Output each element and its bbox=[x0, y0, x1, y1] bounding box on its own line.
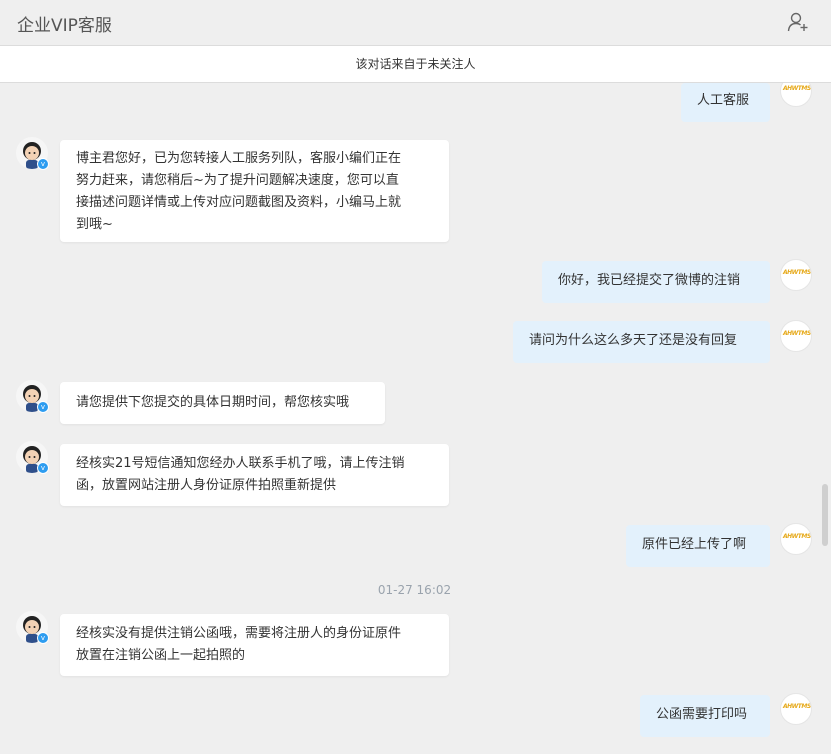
message-bubble-agent: 博主君您好，已为您转接人工服务列队，客服小编们正在 努力赶来，请您稍后~为了提升… bbox=[60, 140, 449, 242]
message-text-line: 放置在注销公函上一起拍照的 bbox=[76, 648, 246, 663]
chat-scrollbar[interactable] bbox=[822, 484, 828, 546]
message-text: 请问为什么这么多天了还是没有回复 bbox=[529, 333, 738, 348]
message-bubble-user: 请问为什么这么多天了还是没有回复 bbox=[513, 321, 770, 363]
chat-title: 企业VIP客服 bbox=[17, 16, 112, 36]
user-avatar[interactable]: AHWTMS bbox=[780, 259, 812, 291]
user-avatar-logo: AHWTMS bbox=[783, 85, 811, 92]
message-bubble-agent: 经核实21号短信通知您经办人联系手机了哦，请上传注销 函，放置网站注册人身份证原… bbox=[60, 444, 449, 506]
message-timestamp: 01-27 16:02 bbox=[377, 583, 452, 597]
user-avatar-logo: AHWTMS bbox=[783, 269, 811, 276]
user-avatar[interactable]: AHWTMS bbox=[780, 83, 812, 107]
user-avatar[interactable]: AHWTMS bbox=[780, 523, 812, 555]
conversation-source-notice: 该对话来自于未关注人 bbox=[0, 46, 831, 83]
add-user-icon[interactable] bbox=[787, 11, 809, 33]
chat-message-list[interactable]: 人工客服 AHWTMS v 博主君您好，已为您转接人工服务列队，客服小编们正在 … bbox=[0, 83, 831, 754]
message-bubble-user: 人工客服 bbox=[681, 83, 770, 122]
verified-badge-icon: v bbox=[37, 158, 49, 170]
message-text-line: 博主君您好，已为您转接人工服务列队，客服小编们正在 bbox=[76, 151, 402, 166]
message-text-line: 经核实21号短信通知您经办人联系手机了哦，请上传注销 bbox=[76, 456, 405, 471]
message-text: 人工客服 bbox=[697, 93, 750, 108]
user-avatar-logo: AHWTMS bbox=[783, 703, 811, 710]
message-text-line: 经核实没有提供注销公函哦，需要将注册人的身份证原件 bbox=[76, 626, 402, 641]
verified-badge-icon: v bbox=[37, 462, 49, 474]
user-avatar-logo: AHWTMS bbox=[783, 533, 811, 540]
user-avatar[interactable]: AHWTMS bbox=[780, 693, 812, 725]
message-bubble-agent: 请您提供下您提交的具体日期时间，帮您核实哦 bbox=[60, 382, 385, 424]
message-text-line: 函，放置网站注册人身份证原件拍照重新提供 bbox=[76, 478, 337, 493]
message-bubble-user: 你好，我已经提交了微博的注销 bbox=[542, 261, 770, 303]
user-avatar[interactable]: AHWTMS bbox=[780, 320, 812, 352]
message-bubble-agent: 经核实没有提供注销公函哦，需要将注册人的身份证原件 放置在注销公函上一起拍照的 bbox=[60, 614, 449, 676]
message-text-line: 到哦~ bbox=[76, 217, 113, 232]
message-text: 公函需要打印吗 bbox=[656, 707, 748, 722]
user-avatar-logo: AHWTMS bbox=[783, 330, 811, 337]
message-text: 你好，我已经提交了微博的注销 bbox=[558, 273, 741, 288]
message-bubble-user: 原件已经上传了啊 bbox=[626, 525, 770, 567]
verified-badge-icon: v bbox=[37, 401, 49, 413]
message-text-line: 努力赶来，请您稍后~为了提升问题解决速度，您可以直 bbox=[76, 173, 399, 188]
chat-header: 企业VIP客服 bbox=[0, 0, 831, 46]
message-text: 原件已经上传了啊 bbox=[642, 537, 747, 552]
verified-badge-icon: v bbox=[37, 632, 49, 644]
message-bubble-user: 公函需要打印吗 bbox=[640, 695, 770, 737]
message-text-line: 接描述问题详情或上传对应问题截图及资料，小编马上就 bbox=[76, 195, 402, 210]
message-text-line: 请您提供下您提交的具体日期时间，帮您核实哦 bbox=[76, 395, 350, 410]
